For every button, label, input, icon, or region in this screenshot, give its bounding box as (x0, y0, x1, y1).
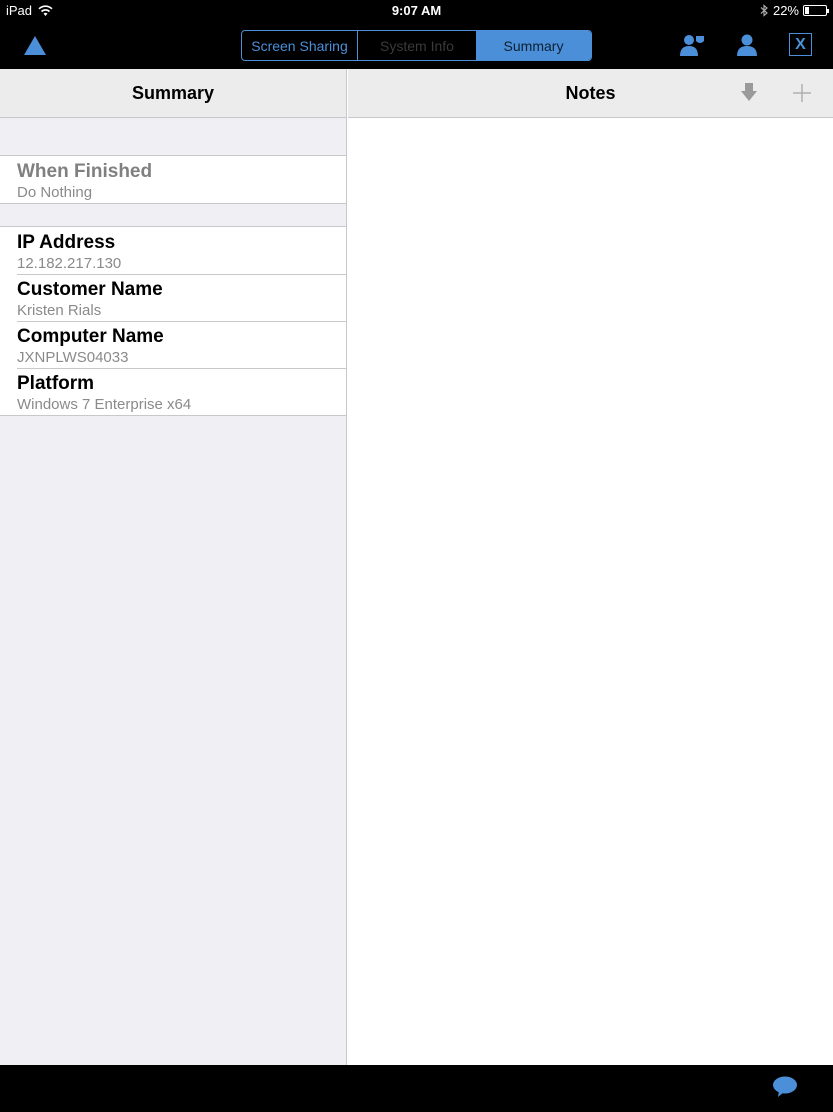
when-finished-group: When Finished Do Nothing (0, 155, 346, 204)
tab-system-info[interactable]: System Info (358, 31, 476, 60)
tab-screen-sharing[interactable]: Screen Sharing (242, 31, 358, 60)
triangle-logo-icon[interactable] (24, 36, 46, 55)
row-title: Customer Name (17, 279, 163, 300)
row-customer-name: Customer Name Kristen Rials (0, 274, 346, 321)
segmented-control: Screen Sharing System Info Summary (241, 30, 592, 61)
add-icon[interactable] (791, 82, 813, 104)
chat-bubble-icon[interactable] (772, 1076, 798, 1098)
battery-fill (805, 7, 810, 14)
row-when-finished[interactable]: When Finished Do Nothing (0, 156, 346, 203)
row-computer-name: Computer Name JXNPLWS04033 (0, 321, 346, 368)
notes-pane: Notes (348, 69, 833, 1065)
download-icon[interactable] (740, 82, 758, 102)
bluetooth-icon (760, 4, 768, 17)
session-info-group: IP Address 12.182.217.130 Customer Name … (0, 226, 346, 416)
summary-header: Summary (0, 69, 346, 118)
row-title: Computer Name (17, 326, 164, 347)
tab-summary[interactable]: Summary (476, 31, 591, 60)
notes-header: Notes (348, 69, 833, 118)
content: Summary When Finished Do Nothing IP Addr… (0, 69, 833, 1065)
status-bar: iPad 9:07 AM 22% (0, 0, 833, 22)
row-title: When Finished (17, 161, 153, 182)
row-platform: Platform Windows 7 Enterprise x64 (0, 368, 346, 415)
toolbar: Screen Sharing System Info Summary X (0, 22, 833, 69)
clock: 9:07 AM (391, 3, 442, 18)
battery-percent: 22% (772, 3, 799, 18)
battery-icon (803, 5, 829, 16)
user-icon[interactable] (733, 32, 761, 58)
users-icon[interactable] (678, 32, 706, 58)
status-right: 22% (760, 3, 829, 18)
close-button[interactable]: X (789, 33, 812, 56)
row-ip-address: IP Address 12.182.217.130 (0, 227, 346, 274)
row-value: Windows 7 Enterprise x64 (17, 396, 192, 413)
row-value: JXNPLWS04033 (17, 349, 129, 366)
row-value: Kristen Rials (17, 302, 102, 319)
summary-pane: Summary When Finished Do Nothing IP Addr… (0, 69, 347, 1065)
summary-title: Summary (131, 82, 215, 103)
row-value: Do Nothing (17, 184, 93, 201)
notes-title: Notes (565, 82, 616, 103)
row-title: Platform (17, 373, 95, 394)
row-title: IP Address (17, 232, 116, 253)
bottom-bar (0, 1065, 833, 1112)
row-value: 12.182.217.130 (17, 255, 122, 272)
